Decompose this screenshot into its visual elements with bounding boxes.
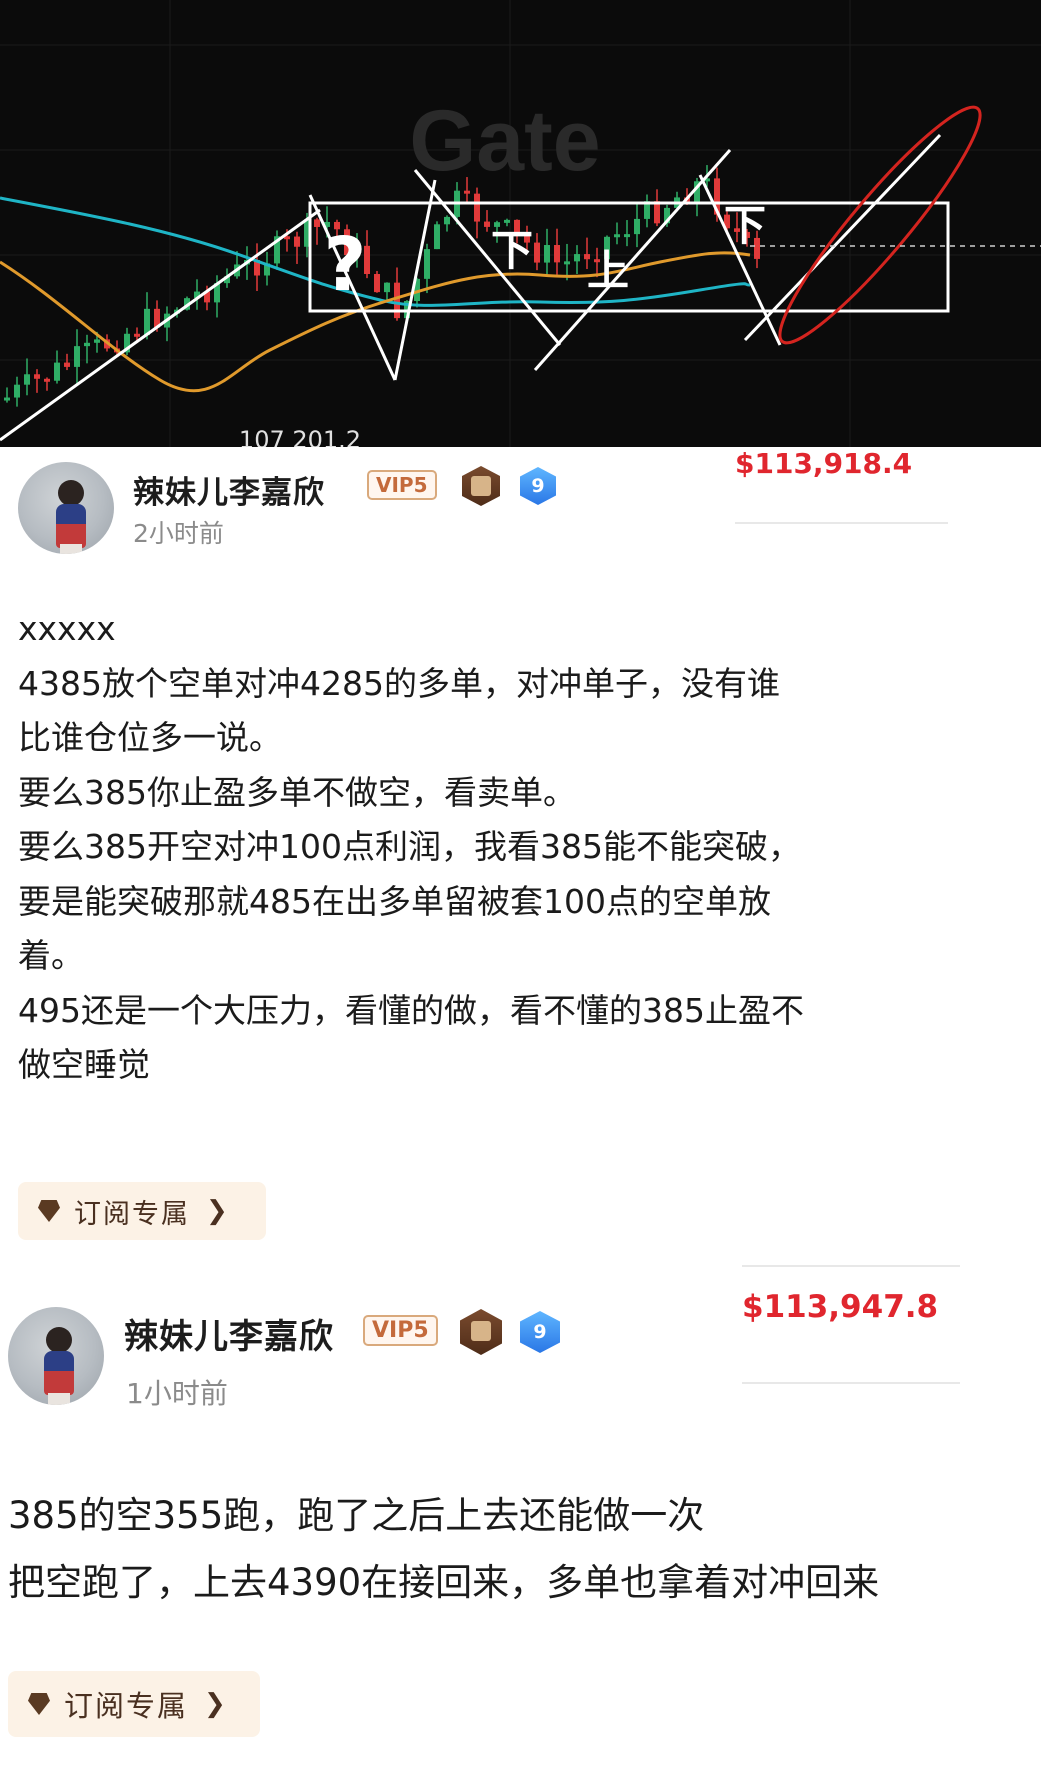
annotation-question: ? — [324, 222, 367, 308]
candle-body — [484, 221, 490, 227]
candle-body — [444, 216, 450, 225]
post-body-line: 着。 — [18, 936, 84, 975]
chart-canvas: Gate ? 下 上 下 107 201.2 — [0, 0, 1041, 447]
level-badge: 9 — [520, 1311, 560, 1353]
candle-body — [544, 245, 550, 263]
candle-body — [94, 339, 100, 343]
candle-body — [394, 282, 400, 319]
post-2: 辣妹儿李嘉欣 VIP5 9 1小时前 $113,947.8 385的空355跑，… — [0, 1262, 1041, 1762]
chevron-right-icon: ❯ — [204, 1689, 226, 1719]
trend-line-1 — [0, 208, 321, 442]
annotation-up: 上 — [587, 246, 629, 295]
highlight-circle — [778, 105, 982, 345]
candle-body — [534, 242, 540, 263]
chevron-right-icon: ❯ — [206, 1196, 228, 1226]
candle-body — [134, 333, 140, 337]
price-tag[interactable]: $113,918.4 — [735, 447, 912, 480]
price-divider — [742, 1382, 960, 1384]
axis-bottom-label: 107 201.2 — [239, 426, 361, 447]
subscribe-exclusive-button[interactable]: 订阅专属 ❯ — [8, 1671, 260, 1737]
candle-body — [464, 190, 470, 194]
diamond-icon — [38, 1200, 60, 1222]
candle-body — [554, 245, 560, 263]
candle-body — [504, 219, 510, 223]
rank-badge-icon — [462, 466, 500, 506]
candle-body — [574, 254, 580, 262]
subscribe-exclusive-button[interactable]: 订阅专属 ❯ — [18, 1182, 266, 1240]
post-body: xxxxx 4385放个空单对冲4285的多单，对冲单子，没有谁 比谁仓位多一说。要… — [18, 602, 1028, 1093]
candle-body — [424, 249, 430, 279]
subscribe-label: 订阅专属 — [74, 1198, 190, 1230]
post-body-line: xxxxx — [18, 609, 116, 648]
price-divider — [735, 522, 948, 524]
candle-body — [294, 236, 300, 247]
author-avatar[interactable] — [18, 462, 114, 554]
candle-body — [74, 346, 80, 367]
annotation-down-1: 下 — [491, 226, 533, 275]
author-name[interactable]: 辣妹儿李嘉欣 — [133, 467, 325, 512]
price-divider-top — [742, 1265, 960, 1267]
price-tag[interactable]: $113,947.8 — [742, 1289, 938, 1325]
candle-body — [624, 234, 630, 238]
candle-body — [434, 224, 440, 250]
trend-line-7 — [743, 133, 942, 342]
post-time: 1小时前 — [126, 1377, 228, 1410]
post-body: 385的空355跑，跑了之后上去还能做一次把空跑了，上去4390在接回来，多单也… — [8, 1482, 1033, 1616]
candle-body — [44, 378, 50, 382]
candle-body — [14, 384, 20, 398]
post-body-line: 495还是一个大压力，看懂的做，看不懂的385止盈不 — [18, 990, 804, 1030]
rank-badge-icon — [460, 1309, 502, 1355]
post-body-line: 385的空355跑，跑了之后上去还能做一次 — [8, 1494, 705, 1537]
post-body-line: 要是能突破那就485在出多单留被套100点的空单放 — [18, 881, 771, 921]
candle-body — [634, 218, 640, 235]
candle-body — [4, 397, 10, 401]
diamond-icon — [28, 1693, 50, 1715]
post-time: 2小时前 — [133, 519, 224, 548]
candle-body — [34, 374, 40, 379]
trend-line-3 — [393, 179, 437, 381]
candle-body — [614, 234, 620, 238]
post-body-line: 把空跑了，上去4390在接回来，多单也拿着对冲回来 — [8, 1561, 880, 1604]
candle-body — [84, 342, 90, 347]
post-1: 辣妹儿李嘉欣 VIP5 9 2小时前 $113,918.4 xxxxx 4385放… — [0, 447, 1041, 1247]
post-body-line: 要么385你止盈多单不做空，看卖单。 — [18, 772, 576, 812]
watermark: Gate — [409, 93, 600, 189]
subscribe-label: 订阅专属 — [64, 1689, 189, 1723]
candle-body — [314, 219, 320, 227]
author-avatar[interactable] — [8, 1307, 104, 1405]
annotation-down-2: 下 — [724, 201, 766, 250]
vip-badge: VIP5 — [363, 1315, 438, 1346]
candle-body — [384, 282, 390, 293]
post-body-line: 要么385开空对冲100点利润，我看385能不能突破， — [18, 827, 801, 866]
candle-body — [564, 261, 570, 265]
candle-body — [374, 274, 380, 293]
candle-body — [64, 362, 70, 367]
post-body-line: 比谁仓位多一说。 — [18, 718, 282, 757]
price-chart[interactable]: Gate ? 下 上 下 107 201.2 — [0, 0, 1041, 447]
author-name[interactable]: 辣妹儿李嘉欣 — [124, 1309, 334, 1358]
level-badge: 9 — [520, 467, 556, 505]
vip-badge: VIP5 — [367, 470, 437, 500]
candle-body — [474, 193, 480, 222]
post-body-line: 做空睡觉 — [18, 1045, 150, 1084]
post-body-line: 4385放个空单对冲4285的多单，对冲单子，没有谁 — [18, 663, 780, 703]
ma-orange-line — [0, 251, 751, 393]
candle-body — [54, 362, 60, 381]
candle-body — [24, 374, 30, 385]
